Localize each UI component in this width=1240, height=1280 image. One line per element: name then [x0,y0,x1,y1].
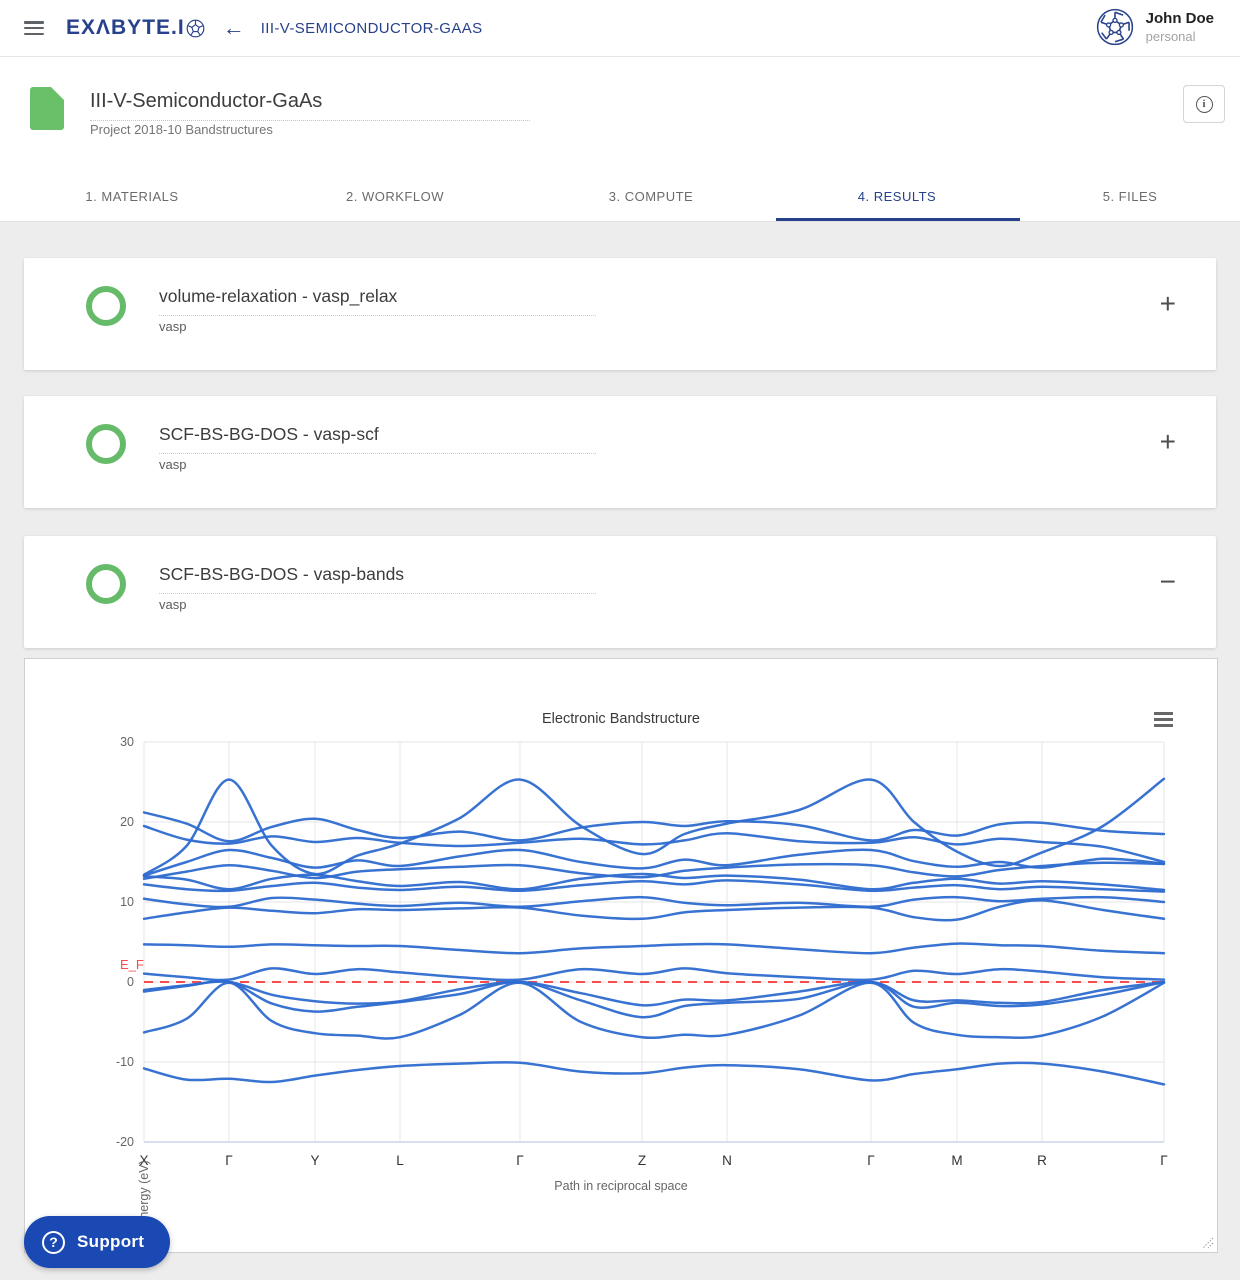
y-tick-label: 10 [120,895,134,909]
y-tick-label: 0 [127,975,134,989]
breadcrumb-title: III-V-SEMICONDUCTOR-GAAS [261,20,483,37]
tab-compute[interactable]: 3. COMPUTE [609,170,693,222]
support-button[interactable]: ? Support [24,1216,170,1268]
info-button[interactable]: i [1183,85,1225,123]
brand-text: EXΛBYTE.I [66,16,185,40]
brand-logo[interactable]: EXΛBYTE.I [66,16,205,40]
unit-subtitle: vasp [159,319,186,334]
unit-subtitle: vasp [159,597,186,612]
project-subtitle: Project 2018-10 Bandstructures [90,122,273,137]
gridlines [144,742,1164,1142]
tab-results[interactable]: 4. RESULTS [858,170,936,222]
status-ring-icon [86,424,126,464]
resize-grip-icon[interactable] [1202,1237,1214,1249]
band-11 [144,850,1164,876]
band-series [144,779,1164,1085]
bandstructure-chart-card: Electronic Bandstructure 3020100-10-20XΓ… [24,658,1218,1253]
project-file-icon [30,87,64,130]
user-menu[interactable]: John Doe personal [1096,8,1214,46]
expand-plus-icon[interactable]: + [1160,428,1176,456]
unit-panel-vasp-bands: SCF-BS-BG-DOS - vasp-bands vasp − [24,536,1216,648]
x-tick-label: L [396,1153,404,1168]
status-ring-icon [86,564,126,604]
x-tick-label: Y [310,1153,319,1168]
tab-files[interactable]: 5. FILES [1103,170,1158,222]
avatar-fullerene-icon [1096,8,1134,46]
back-arrow-icon[interactable]: ← [223,17,245,39]
y-tick-label: 30 [120,735,134,749]
info-icon: i [1196,96,1213,113]
support-label: Support [77,1232,144,1252]
unit-title: SCF-BS-BG-DOS - vasp-scf [159,424,596,454]
x-tick-label: Γ [1160,1153,1168,1168]
x-tick-label: M [951,1153,962,1168]
band-06 [144,944,1164,954]
band-13 [144,812,1164,841]
question-icon: ? [42,1231,65,1254]
chart-title: Electronic Bandstructure [25,711,1217,727]
user-name: John Doe [1146,10,1214,27]
bandstructure-plot: 3020100-10-20XΓYLΓZNΓMRΓ [25,659,1217,1204]
band-04 [144,982,1164,1006]
app-header: EXΛBYTE.I ← III-V-SEMICONDUCTOR-GAAS [0,0,1240,57]
x-tick-label: Z [638,1153,646,1168]
page: EXΛBYTE.I ← III-V-SEMICONDUCTOR-GAAS [0,0,1240,1280]
unit-title: volume-relaxation - vasp_relax [159,286,596,316]
fermi-level-label: E_F [120,957,144,972]
collapse-minus-icon[interactable]: − [1160,568,1176,596]
unit-subtitle: vasp [159,457,186,472]
unit-panel-vasp-relax: volume-relaxation - vasp_relax vasp + [24,258,1216,370]
project-header: III-V-Semiconductor-GaAs Project 2018-10… [0,57,1240,170]
chart-context-menu-icon[interactable] [1154,712,1173,727]
y-tick-label: -20 [116,1135,134,1149]
x-tick-label: Γ [225,1153,233,1168]
unit-panel-vasp-scf: SCF-BS-BG-DOS - vasp-scf vasp + [24,396,1216,508]
workflow-tabs: 1. MATERIALS 2. WORKFLOW 3. COMPUTE 4. R… [0,170,1240,222]
x-tick-label: Γ [516,1153,524,1168]
active-tab-indicator [776,218,1020,221]
x-axis-title: Path in reciprocal space [25,1179,1217,1193]
tab-materials[interactable]: 1. MATERIALS [85,170,178,222]
menu-icon[interactable] [24,21,44,35]
band-05 [144,968,1164,980]
tab-workflow[interactable]: 2. WORKFLOW [346,170,444,222]
x-tick-label: R [1037,1153,1047,1168]
fullerene-logo-icon [186,19,205,38]
user-meta: John Doe personal [1146,10,1214,44]
user-role: personal [1146,29,1214,44]
x-tick-label: Γ [867,1153,875,1168]
band-07 [144,900,1164,920]
status-ring-icon [86,286,126,326]
y-tick-label: -10 [116,1055,134,1069]
unit-title: SCF-BS-BG-DOS - vasp-bands [159,564,596,594]
band-12 [144,826,1164,862]
band-14 [144,779,1164,875]
band-01 [144,1062,1164,1084]
project-title: III-V-Semiconductor-GaAs [90,90,530,121]
x-tick-label: N [722,1153,732,1168]
y-tick-label: 20 [120,815,134,829]
expand-plus-icon[interactable]: + [1160,290,1176,318]
